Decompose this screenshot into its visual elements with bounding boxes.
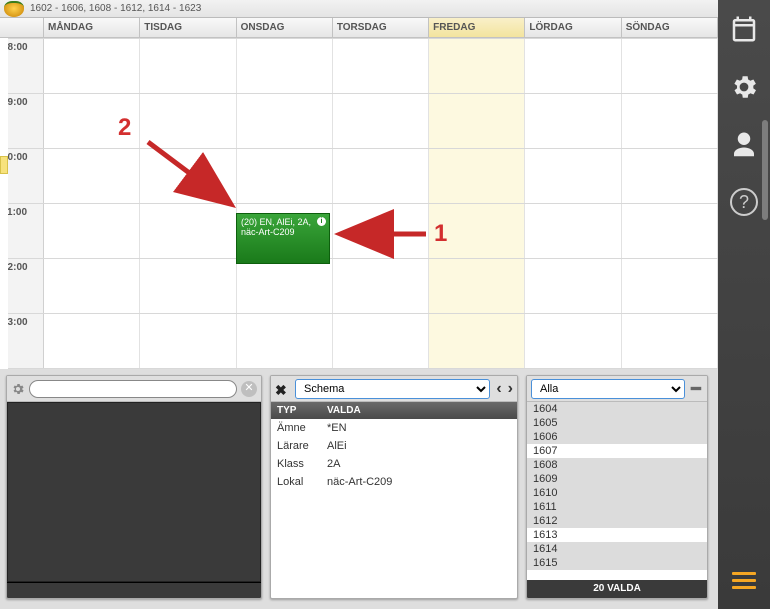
list-item[interactable]: 1613 bbox=[527, 528, 707, 542]
panel-left: ✕ bbox=[6, 375, 262, 599]
lower-panel-row: ✕ ✖ Schema ‹ › TYP VALDA Ämne*EN LärareA… bbox=[0, 369, 718, 609]
day-column[interactable] bbox=[140, 38, 236, 369]
close-icon[interactable]: ✖ bbox=[275, 382, 289, 396]
selection-table: TYP VALDA Ämne*EN LärareAlEi Klass2A Lok… bbox=[271, 402, 517, 491]
panel-right-footer: 20 VALDA bbox=[527, 580, 707, 598]
panel-left-body[interactable] bbox=[7, 402, 261, 582]
person-icon[interactable] bbox=[729, 130, 759, 160]
minus-icon[interactable]: ━ bbox=[689, 379, 703, 399]
list-item[interactable]: 1608 bbox=[527, 458, 707, 472]
gears-icon[interactable] bbox=[729, 72, 759, 102]
clear-search-icon[interactable]: ✕ bbox=[241, 381, 257, 397]
day-header-wed[interactable]: ONSDAG bbox=[237, 18, 333, 38]
app-logo-icon bbox=[4, 1, 24, 17]
list-item[interactable]: 1605 bbox=[527, 416, 707, 430]
list-item[interactable]: 1611 bbox=[527, 500, 707, 514]
panel-right-toolbar: Alla ━ bbox=[527, 376, 707, 402]
week-list[interactable]: 1604160516061607160816091610161116121613… bbox=[527, 402, 707, 580]
day-column[interactable] bbox=[525, 38, 621, 369]
annotation-label-2: 2 bbox=[118, 114, 131, 142]
table-row[interactable]: Lokalnäc-Art-C209 bbox=[271, 473, 517, 491]
table-row[interactable]: LärareAlEi bbox=[271, 437, 517, 455]
event-info-icon[interactable]: i bbox=[317, 217, 326, 226]
search-input[interactable] bbox=[29, 380, 237, 398]
list-item[interactable]: 1612 bbox=[527, 514, 707, 528]
day-column[interactable] bbox=[622, 38, 718, 369]
day-header-sun[interactable]: SÖNDAG bbox=[622, 18, 718, 38]
panel-right: Alla ━ 160416051606160716081609161016111… bbox=[526, 375, 708, 599]
day-header-mon[interactable]: MÅNDAG bbox=[44, 18, 140, 38]
title-bar: 1602 - 1606, 1608 - 1612, 1614 - 1623 bbox=[0, 0, 718, 18]
list-item[interactable]: 1615 bbox=[527, 556, 707, 570]
list-item[interactable]: 1609 bbox=[527, 472, 707, 486]
right-sidebar: ? bbox=[718, 0, 770, 609]
gear-icon[interactable] bbox=[11, 382, 25, 396]
day-header-tue[interactable]: TISDAG bbox=[140, 18, 236, 38]
table-row[interactable]: Ämne*EN bbox=[271, 419, 517, 437]
day-column[interactable] bbox=[44, 38, 140, 369]
day-column[interactable] bbox=[429, 38, 525, 369]
day-header-thu[interactable]: TORSDAG bbox=[333, 18, 429, 38]
day-header-row: MÅNDAG TISDAG ONSDAG TORSDAG FREDAG LÖRD… bbox=[0, 18, 718, 38]
list-item[interactable]: 1610 bbox=[527, 486, 707, 500]
day-header-fri[interactable]: FREDAG bbox=[429, 18, 525, 38]
filter-select[interactable]: Alla bbox=[531, 379, 685, 399]
left-margin-strip bbox=[0, 38, 8, 369]
list-item[interactable]: 1606 bbox=[527, 430, 707, 444]
calendar-icon[interactable] bbox=[729, 14, 759, 44]
scrollbar[interactable] bbox=[762, 120, 768, 220]
next-arrow-icon[interactable]: › bbox=[508, 380, 513, 398]
event-text-line2: näc-Art-C209 bbox=[241, 227, 325, 237]
help-icon[interactable]: ? bbox=[730, 188, 758, 216]
day-column[interactable] bbox=[333, 38, 429, 369]
calendar-grid[interactable]: 08:00 09:00 10:00 11:00 12:00 13:00 i (2… bbox=[0, 38, 718, 369]
panel-middle: ✖ Schema ‹ › TYP VALDA Ämne*EN LärareAlE… bbox=[270, 375, 518, 599]
calendar-event[interactable]: i (20) EN, AlEi, 2A, näc-Art-C209 bbox=[236, 213, 330, 264]
list-item[interactable]: 1604 bbox=[527, 402, 707, 416]
margin-marker bbox=[0, 156, 8, 174]
col-header-valda[interactable]: VALDA bbox=[321, 402, 517, 419]
panel-middle-toolbar: ✖ Schema ‹ › bbox=[271, 376, 517, 402]
annotation-label-1: 1 bbox=[434, 220, 447, 248]
calendar-area: 1602 - 1606, 1608 - 1612, 1614 - 1623 MÅ… bbox=[0, 0, 718, 369]
day-header-sat[interactable]: LÖRDAG bbox=[525, 18, 621, 38]
table-row[interactable]: Klass2A bbox=[271, 455, 517, 473]
schema-select[interactable]: Schema bbox=[295, 379, 490, 399]
event-text-line1: (20) EN, AlEi, 2A, bbox=[241, 217, 325, 227]
panel-left-status bbox=[7, 582, 261, 598]
prev-arrow-icon[interactable]: ‹ bbox=[496, 380, 501, 398]
panel-left-toolbar: ✕ bbox=[7, 376, 261, 402]
day-column[interactable] bbox=[237, 38, 333, 369]
header-corner bbox=[0, 18, 44, 38]
list-item[interactable]: 1614 bbox=[527, 542, 707, 556]
menu-icon[interactable] bbox=[732, 568, 756, 593]
window-title: 1602 - 1606, 1608 - 1612, 1614 - 1623 bbox=[30, 3, 201, 14]
col-header-typ[interactable]: TYP bbox=[271, 402, 321, 419]
list-item[interactable]: 1607 bbox=[527, 444, 707, 458]
